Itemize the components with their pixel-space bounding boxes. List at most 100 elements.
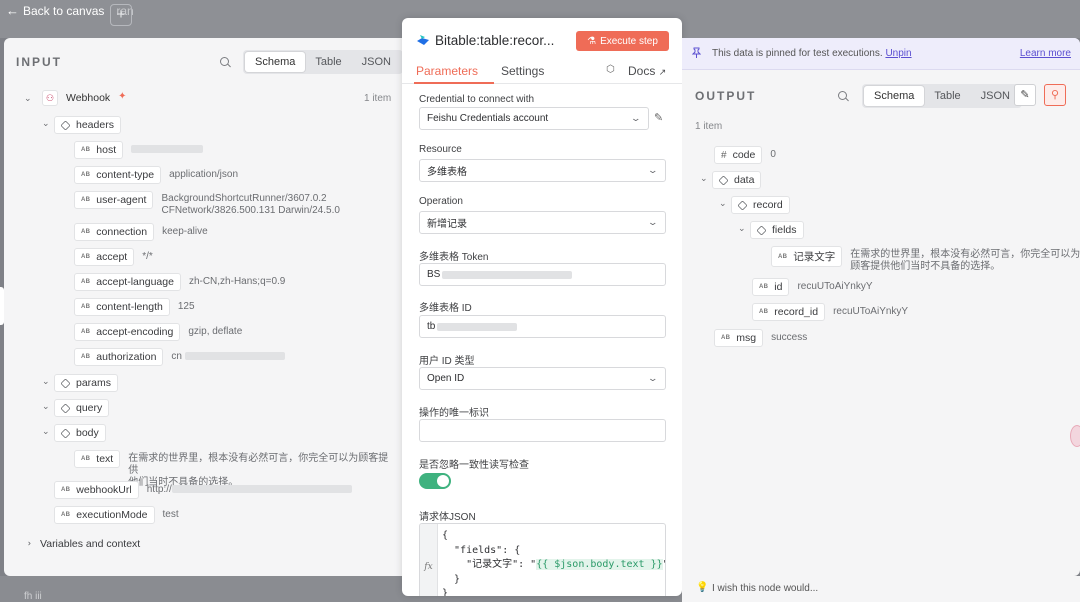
field-user-agent[interactable]: AB user-agent BackgroundShortcutRunner/36…	[74, 191, 340, 217]
field-body[interactable]: body	[54, 424, 106, 442]
edit-output-button[interactable]: ✎	[1014, 84, 1036, 106]
output-field-data[interactable]: data	[712, 171, 762, 189]
ignore-consistency-toggle[interactable]	[419, 473, 451, 489]
field-connection[interactable]: AB connection keep-alive	[74, 223, 208, 241]
field-key: text	[96, 453, 114, 465]
input-title: INPUT	[16, 55, 62, 69]
field-query[interactable]: query	[54, 399, 110, 417]
field-execution-mode[interactable]: AB executionMode test	[54, 506, 179, 524]
variables-and-context-toggle[interactable]: Variables and context	[40, 538, 140, 550]
output-field-record-text[interactable]: AB 记录文字 在需求的世界里，根本没有必然可言，你完全可以为 顾客提供他们当时不…	[771, 246, 1080, 273]
field-headers[interactable]: headers	[54, 116, 121, 134]
right-panel-handle[interactable]	[1070, 425, 1080, 447]
string-type-icon: AB	[61, 512, 71, 518]
chevron-right-icon[interactable]: ⌄	[42, 401, 50, 412]
resource-select[interactable]: 多维表格 ⌄	[419, 159, 666, 182]
string-type-icon: AB	[81, 172, 91, 178]
output-field-record-id[interactable]: AB record_id recuUToAiYnkyY	[752, 303, 908, 321]
chevron-down-icon[interactable]: ⌄	[738, 223, 746, 234]
lightbulb-icon: 💡	[696, 582, 709, 593]
redacted-value	[442, 270, 573, 279]
pinned-data-banner: This data is pinned for test executions.…	[682, 38, 1080, 70]
field-key: data	[734, 174, 755, 186]
table-id-input[interactable]: tb	[419, 315, 666, 338]
field-key: code	[732, 149, 756, 161]
node-title[interactable]: Bitable:table:recor...	[435, 33, 554, 48]
field-value: CFNetwork/3826.500.131 Darwin/24.5.0	[161, 205, 340, 216]
field-content-type[interactable]: AB content-type application/json	[74, 166, 238, 184]
tab-settings[interactable]: Settings	[501, 64, 544, 78]
chevron-down-icon[interactable]: ⌄	[700, 173, 708, 184]
pin-data-button[interactable]: ⚲	[1044, 84, 1066, 106]
output-field-msg[interactable]: AB msg success	[714, 329, 807, 347]
node-parameters-panel: Bitable:table:recor... ⚗ Execute step Pa…	[402, 18, 682, 596]
object-icon	[60, 402, 71, 414]
string-type-icon: AB	[81, 354, 91, 360]
execute-step-button[interactable]: ⚗ Execute step	[576, 31, 669, 51]
field-key: connection	[96, 226, 148, 238]
input-item-count: 1 item	[364, 93, 392, 104]
credential-select[interactable]: Feishu Credentials account ⌄	[419, 107, 649, 130]
tab-docs[interactable]: Docs ↗	[628, 64, 666, 78]
string-type-icon: AB	[81, 197, 91, 203]
tab-json[interactable]: JSON	[352, 52, 401, 72]
field-key: params	[76, 377, 112, 389]
field-accept-language[interactable]: AB accept-language zh-CN,zh-Hans;q=0.9	[74, 273, 285, 291]
chevron-down-icon[interactable]: ⌄	[719, 198, 727, 209]
tab-table[interactable]: Table	[924, 86, 970, 106]
resource-label: Resource	[419, 144, 462, 155]
webhook-node-name: Webhook	[66, 92, 111, 104]
output-field-record[interactable]: record	[731, 196, 790, 214]
edit-credential-pencil-icon[interactable]: ✎	[654, 111, 663, 124]
add-node-button[interactable]: +	[110, 4, 132, 26]
unique-id-input[interactable]	[419, 419, 666, 442]
field-accept-encoding[interactable]: AB accept-encoding gzip, deflate	[74, 323, 242, 341]
chevron-right-icon[interactable]: ⌄	[22, 540, 33, 548]
search-icon[interactable]	[220, 57, 231, 68]
body-json-editor[interactable]: fx { "fields": { "记录文字": "{{ $json.body.…	[419, 523, 666, 596]
tab-schema[interactable]: Schema	[245, 52, 306, 72]
tab-json[interactable]: JSON	[971, 86, 1020, 106]
webhook-icon: ⚇	[42, 90, 58, 106]
chevron-down-icon: ⌄	[630, 113, 642, 123]
body-json-label: 请求体JSON	[419, 512, 476, 523]
output-field-id[interactable]: AB id recuUToAiYnkyY	[752, 278, 873, 296]
field-value: 顾客提供他们当时不具备的选择。	[850, 261, 1001, 272]
output-field-fields[interactable]: fields	[750, 221, 804, 239]
field-webhook-url[interactable]: AB webhookUrl http://	[54, 481, 352, 499]
chevron-right-icon[interactable]: ⌄	[42, 376, 50, 387]
unpin-link[interactable]: Unpin	[885, 48, 911, 59]
tab-parameters[interactable]: Parameters	[413, 64, 495, 84]
chevron-down-icon[interactable]: ⌄	[42, 118, 50, 129]
chevron-down-icon[interactable]: ⌄	[24, 93, 32, 104]
webhook-node-row: ⚇ Webhook ✦	[42, 90, 127, 106]
object-icon	[60, 377, 71, 389]
field-accept[interactable]: AB accept */*	[74, 248, 153, 266]
tab-table[interactable]: Table	[305, 52, 351, 72]
operation-select[interactable]: 新增记录 ⌄	[419, 211, 666, 234]
redacted-value	[171, 485, 352, 494]
field-authorization[interactable]: AB authorization cn	[74, 348, 285, 366]
box-icon: ⬡	[606, 64, 615, 75]
output-field-code[interactable]: # code 0	[714, 146, 776, 164]
token-input[interactable]: BS	[419, 263, 666, 286]
field-params[interactable]: params	[54, 374, 119, 392]
chevron-down-icon[interactable]: ⌄	[42, 426, 50, 437]
search-icon[interactable]	[838, 91, 849, 102]
table-id-label: 多维表格 ID	[419, 303, 472, 314]
tab-schema[interactable]: Schema	[864, 86, 925, 106]
string-type-icon: AB	[759, 284, 769, 290]
field-content-length[interactable]: AB content-length 125	[74, 298, 195, 316]
field-value: */*	[142, 251, 153, 262]
field-value: BackgroundShortcutRunner/3607.0.2	[161, 193, 327, 204]
feishu-logo-icon	[417, 35, 429, 45]
user-id-type-select[interactable]: Open ID ⌄	[419, 367, 666, 390]
field-value: recuUToAiYnkyY	[833, 306, 909, 317]
chevron-down-icon: ⌄	[647, 217, 659, 227]
field-key: 记录文字	[793, 251, 836, 263]
field-value: 在需求的世界里，根本没有必然可言，你完全可以为	[850, 249, 1080, 260]
feedback-bar[interactable]: 💡 I wish this node would...	[682, 576, 1080, 602]
learn-more-link[interactable]: Learn more	[1020, 48, 1071, 59]
field-host[interactable]: AB host	[74, 141, 204, 159]
flask-icon: ⚗	[587, 35, 597, 47]
